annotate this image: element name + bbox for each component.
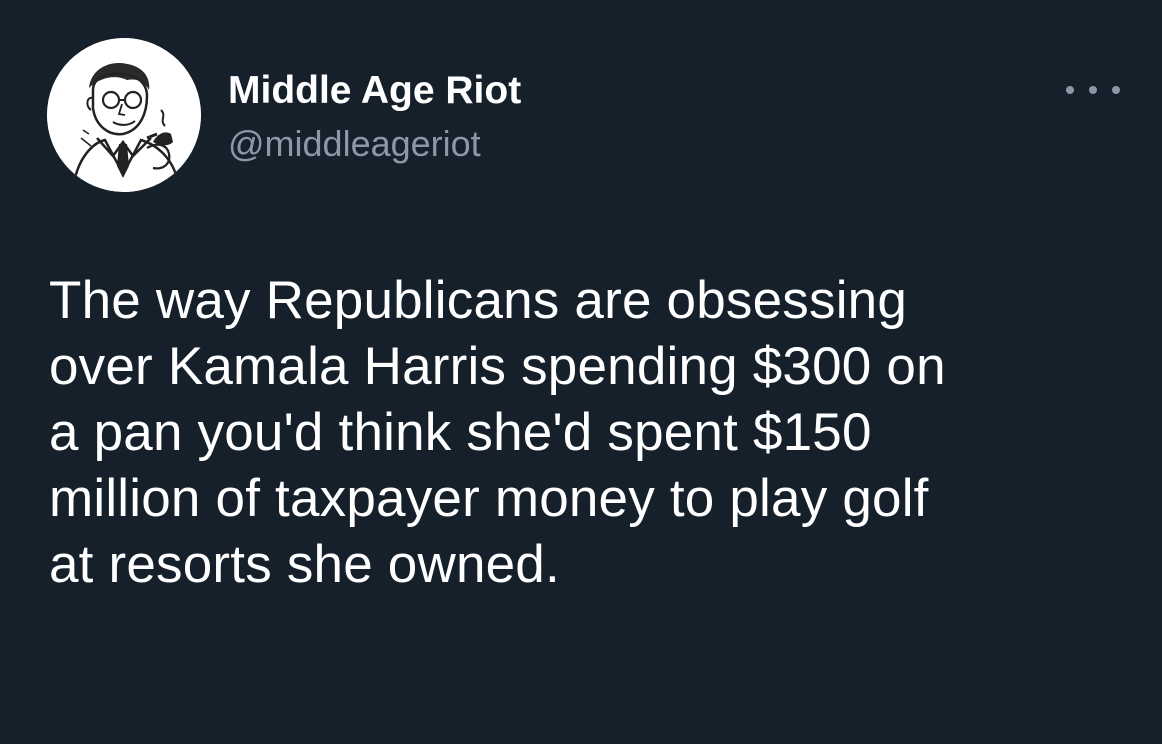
tweet-text-line: The way Republicans are obsessing bbox=[49, 271, 908, 330]
more-dot bbox=[1112, 86, 1120, 94]
tweet-card: Middle Age Riot @middleageriot The way R… bbox=[0, 0, 1162, 744]
author-handle[interactable]: @middleageriot bbox=[228, 122, 481, 166]
author-display-name[interactable]: Middle Age Riot bbox=[228, 68, 521, 114]
avatar-illustration bbox=[47, 38, 201, 192]
retro-man-with-pipe-avatar[interactable] bbox=[47, 38, 201, 192]
more-dot bbox=[1066, 86, 1074, 94]
tweet-text-line: million of taxpayer money to play golf bbox=[49, 469, 929, 528]
tweet-text-line: at resorts she owned. bbox=[49, 535, 560, 594]
more-dots-icon[interactable] bbox=[1066, 78, 1120, 102]
more-dot bbox=[1089, 86, 1097, 94]
tweet-text: The way Republicans are obsessing over K… bbox=[49, 268, 1139, 598]
tweet-text-line: over Kamala Harris spending $300 on bbox=[49, 337, 946, 396]
tweet-text-line: a pan you'd think she'd spent $150 bbox=[49, 403, 872, 462]
